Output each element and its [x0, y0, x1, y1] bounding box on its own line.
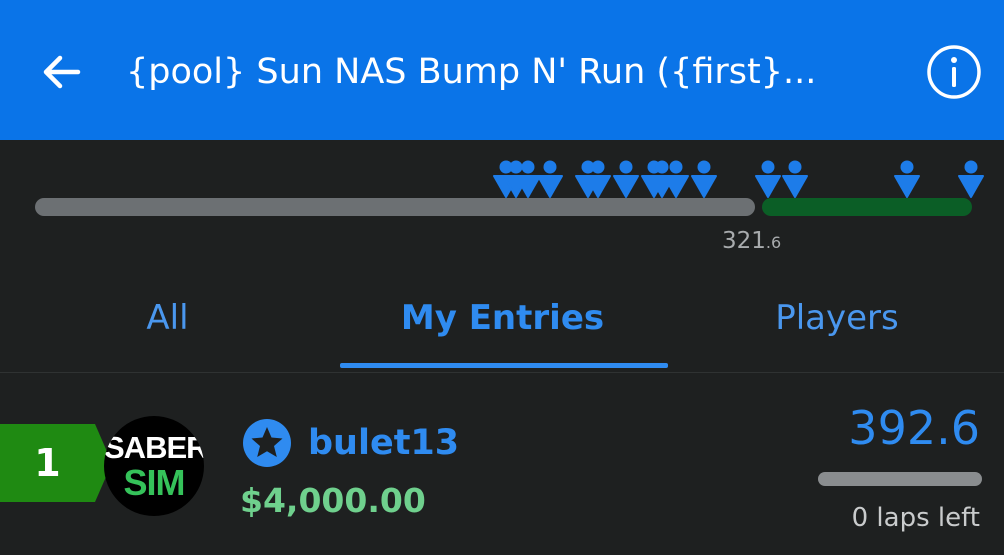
- progress-value-main: 321: [722, 228, 766, 254]
- player-marker-icon: [894, 160, 920, 198]
- pool-title: {pool} Sun NAS Bump N' Run ({first}...: [126, 52, 817, 92]
- player-marker-icon: [537, 160, 563, 198]
- rank-badge: 1: [0, 424, 112, 502]
- progress-track-remaining: [762, 198, 972, 216]
- active-tab-indicator: [340, 363, 668, 368]
- player-marker-icon: [755, 160, 781, 198]
- tab-players[interactable]: Players: [670, 268, 1004, 368]
- race-progress-track: 321.6: [35, 160, 984, 254]
- avatar-text-top: SABER: [104, 430, 204, 465]
- progress-track-completed: [35, 198, 755, 216]
- progress-value-decimal: .6: [766, 233, 781, 252]
- tab-bar: All My Entries Players: [0, 268, 1004, 373]
- app-root: {pool} Sun NAS Bump N' Run ({first}... 3…: [0, 0, 1004, 555]
- avatar: SABER SIM: [104, 416, 204, 516]
- rank-number: 1: [34, 441, 61, 485]
- tab-all[interactable]: All: [0, 268, 335, 368]
- top-app-bar: {pool} Sun NAS Bump N' Run ({first}...: [0, 0, 1004, 140]
- entry-row[interactable]: 1 SABER SIM bulet13 $4,000.00 392.6 0 la…: [0, 380, 1004, 555]
- laps-progress-bar: [818, 472, 982, 486]
- laps-left-label: 0 laps left: [851, 503, 980, 533]
- entry-score: 392.6: [848, 401, 980, 455]
- back-button[interactable]: [38, 48, 86, 96]
- entry-username: bulet13: [308, 423, 460, 463]
- progress-value-label: 321.6: [722, 228, 781, 254]
- player-marker-icon: [958, 160, 984, 198]
- player-marker-icon: [613, 160, 639, 198]
- race-progress: 321.6: [0, 140, 1004, 260]
- player-marker-icon: [782, 160, 808, 198]
- info-button[interactable]: [926, 44, 982, 100]
- tab-my-entries[interactable]: My Entries: [335, 268, 670, 368]
- star-badge-icon: [243, 419, 291, 467]
- progress-divider: [755, 196, 762, 218]
- player-markers: [493, 160, 984, 198]
- player-marker-icon: [691, 160, 717, 198]
- entry-prize: $4,000.00: [240, 481, 426, 520]
- arrow-left-icon: [43, 55, 81, 89]
- info-circle-icon: [927, 45, 981, 99]
- avatar-text-bottom: SIM: [123, 462, 185, 503]
